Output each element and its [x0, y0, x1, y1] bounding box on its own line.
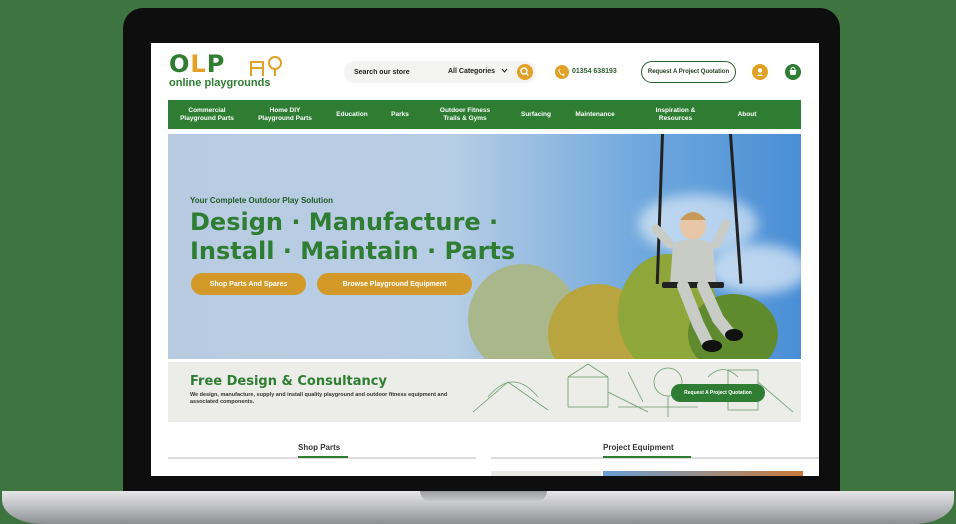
section-underline — [298, 456, 348, 458]
consultancy-title: Free Design & Consultancy — [190, 374, 387, 389]
phone-button[interactable] — [555, 65, 569, 79]
consultancy-description: We design, manufacture, supply and insta… — [190, 392, 448, 405]
phone-number[interactable]: 01354 638193 — [572, 68, 617, 75]
consultancy-quote-button[interactable]: Request A Project Quotation — [671, 384, 765, 402]
browse-equipment-button[interactable]: Browse Playground Equipment — [317, 273, 472, 295]
child-on-swing-image — [651, 212, 743, 352]
site-logo[interactable]: OLP online playgrounds — [169, 51, 289, 93]
product-thumbnail[interactable] — [603, 471, 803, 476]
main-navigation: Commercial Playground Parts Home DIY Pla… — [168, 100, 801, 129]
playground-logo-icon — [250, 56, 282, 76]
laptop-notch — [420, 491, 547, 501]
nav-item-about[interactable]: About — [723, 111, 771, 119]
chevron-down-icon — [501, 68, 508, 73]
nav-item-inspiration-resources[interactable]: Inspiration & Resources — [628, 107, 723, 123]
nav-item-surfacing[interactable]: Surfacing — [510, 111, 562, 119]
request-quote-button[interactable]: Request A Project Quotation — [641, 61, 736, 83]
shop-parts-button[interactable]: Shop Parts And Spares — [191, 273, 306, 295]
section-title-shop-parts[interactable]: Shop Parts — [298, 443, 340, 452]
phone-icon — [558, 68, 565, 76]
search-button[interactable] — [517, 64, 533, 80]
search-bar: All Categories — [344, 61, 536, 83]
hero-title-line-1: Design · Manufacture · — [190, 208, 499, 236]
nav-item-parks[interactable]: Parks — [380, 111, 420, 119]
section-underline — [603, 456, 691, 458]
category-select[interactable]: All Categories — [448, 68, 508, 75]
search-icon — [520, 67, 529, 76]
nav-item-outdoor-fitness[interactable]: Outdoor Fitness Trails & Gyms — [420, 107, 510, 123]
browser-viewport: OLP online playgrounds All Categories 01… — [151, 43, 819, 476]
hero-banner: Your Complete Outdoor Play Solution Desi… — [168, 134, 801, 359]
nav-item-education[interactable]: Education — [324, 111, 380, 119]
consultancy-banner: Free Design & Consultancy We design, man… — [168, 362, 801, 422]
product-thumbnail[interactable] — [491, 471, 601, 476]
category-select-label: All Categories — [448, 68, 496, 75]
nav-item-home-diy-playground-parts[interactable]: Home DIY Playground Parts — [246, 107, 324, 123]
search-input[interactable] — [354, 61, 442, 83]
hero-title: Design · Manufacture · Install · Maintai… — [190, 208, 515, 266]
site-header: OLP online playgrounds All Categories 01… — [151, 43, 819, 99]
nav-item-commercial-playground-parts[interactable]: Commercial Playground Parts — [168, 107, 246, 123]
logo-subtitle: online playgrounds — [169, 77, 271, 89]
user-icon — [756, 68, 764, 76]
cart-icon — [789, 66, 797, 75]
account-button[interactable] — [752, 64, 768, 80]
cart-button[interactable] — [785, 64, 801, 80]
nav-item-maintenance[interactable]: Maintenance — [562, 111, 628, 119]
hero-title-line-2: Install · Maintain · Parts — [190, 237, 516, 265]
section-title-project-equipment[interactable]: Project Equipment — [603, 443, 674, 452]
hero-tagline: Your Complete Outdoor Play Solution — [190, 196, 333, 205]
